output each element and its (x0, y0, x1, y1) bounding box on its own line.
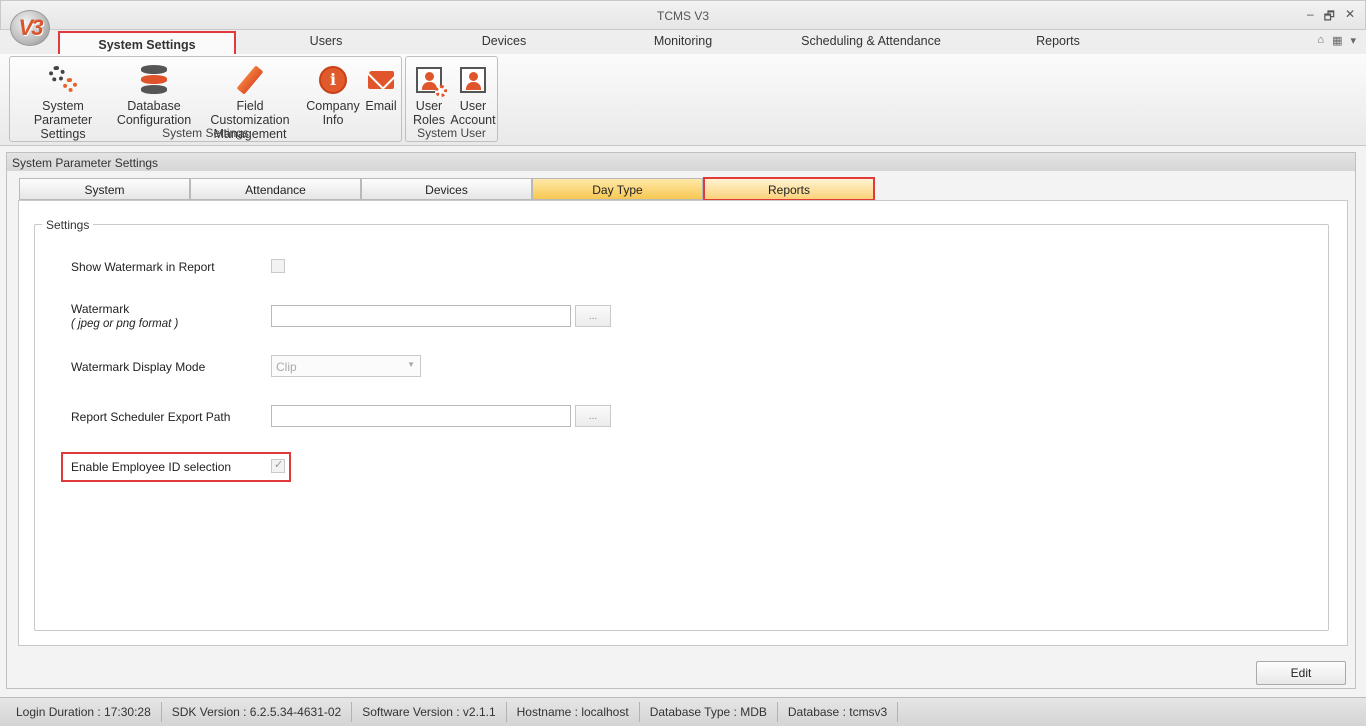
app-logo[interactable]: V3 (10, 10, 50, 46)
tab-system-settings[interactable]: System Settings (58, 31, 236, 56)
export-path-label: Report Scheduler Export Path (71, 410, 231, 424)
email-button[interactable]: Email (362, 61, 400, 113)
watermark-label: Watermark (71, 302, 130, 316)
status-bar: Login Duration : 17:30:28 SDK Version : … (0, 697, 1366, 726)
gears-icon (47, 66, 79, 94)
status-login-duration: Login Duration : 17:30:28 (6, 702, 162, 722)
ribbon-group-label: System Settings (162, 126, 249, 140)
ribbon-group-system-user: User Roles User Account System User (405, 56, 498, 142)
database-configuration-button[interactable]: Database Configuration (114, 61, 194, 127)
tab-users[interactable]: Users (290, 34, 362, 54)
close-icon[interactable]: ✕ (1345, 7, 1355, 28)
tab-monitoring[interactable]: Monitoring (640, 34, 726, 54)
tab-day-type[interactable]: Day Type (532, 178, 703, 200)
tab-devices[interactable]: Devices (468, 34, 540, 54)
window-title: TCMS V3 (656, 9, 709, 23)
watermark-path-input[interactable] (271, 305, 571, 327)
company-info-button[interactable]: i Company Info (306, 61, 360, 127)
ribbon: System Parameter Settings Database Confi… (0, 54, 1366, 146)
status-sdk-version: SDK Version : 6.2.5.34-4631-02 (162, 702, 353, 722)
user-account-button[interactable]: User Account (450, 61, 496, 127)
display-mode-select[interactable]: Clip ▼ (271, 355, 421, 377)
title-bar: TCMS V3 ‒ 🗗 ✕ (0, 0, 1366, 30)
settings-group (34, 224, 1329, 631)
ribbon-options: ⌂ ▦ ▾ (1317, 34, 1356, 47)
tab-system[interactable]: System (19, 178, 190, 200)
email-icon (368, 71, 394, 89)
enable-employee-id-checkbox[interactable] (271, 458, 285, 473)
panel-title: System Parameter Settings (6, 152, 1356, 172)
status-database: Database : tcmsv3 (778, 702, 899, 722)
user-roles-button[interactable]: User Roles (408, 61, 450, 127)
tab-attendance[interactable]: Attendance (190, 178, 361, 200)
watermark-label-group: Watermark ( jpeg or png format ) (71, 302, 178, 330)
settings-group-title: Settings (42, 218, 94, 232)
ribbon-group-label: System User (417, 126, 486, 140)
export-path-browse-button[interactable]: ... (575, 405, 611, 427)
display-mode-value: Clip (276, 360, 297, 374)
watermark-browse-button[interactable]: ... (575, 305, 611, 327)
display-mode-label: Watermark Display Mode (71, 360, 206, 374)
info-icon: i (319, 66, 347, 94)
edit-button[interactable]: Edit (1256, 661, 1346, 685)
tab-reports[interactable]: Reports (1022, 34, 1094, 54)
enable-employee-id-label: Enable Employee ID selection (71, 460, 232, 474)
logo-text: V3 (18, 15, 44, 40)
watermark-format-hint: ( jpeg or png format ) (71, 318, 179, 330)
home-icon[interactable]: ⌂ (1317, 34, 1324, 47)
dropdown-icon[interactable]: ▾ (1350, 34, 1356, 47)
status-database-type: Database Type : MDB (640, 702, 778, 722)
status-hostname: Hostname : localhost (507, 702, 640, 722)
tab-reports-settings[interactable]: Reports (703, 177, 875, 201)
window-controls: ‒ 🗗 ✕ (1307, 7, 1355, 28)
tab-devices-settings[interactable]: Devices (361, 178, 532, 200)
restore-icon[interactable]: 🗗 (1324, 7, 1335, 28)
database-icon (141, 65, 167, 95)
tab-scheduling-attendance[interactable]: Scheduling & Attendance (795, 34, 947, 54)
pencil-icon (236, 65, 264, 95)
export-path-input[interactable] (271, 405, 571, 427)
minimize-icon[interactable]: ‒ (1307, 7, 1314, 28)
status-software-version: Software Version : v2.1.1 (352, 702, 507, 722)
chevron-down-icon: ▼ (407, 360, 415, 369)
user-account-icon (460, 67, 486, 93)
layout-icon[interactable]: ▦ (1332, 34, 1342, 47)
show-watermark-checkbox[interactable] (271, 259, 285, 273)
user-roles-icon (416, 67, 447, 97)
show-watermark-label: Show Watermark in Report (71, 260, 215, 274)
ribbon-tab-bar: System Settings Users Devices Monitoring… (0, 30, 1366, 56)
ribbon-group-system-settings: System Parameter Settings Database Confi… (9, 56, 402, 142)
